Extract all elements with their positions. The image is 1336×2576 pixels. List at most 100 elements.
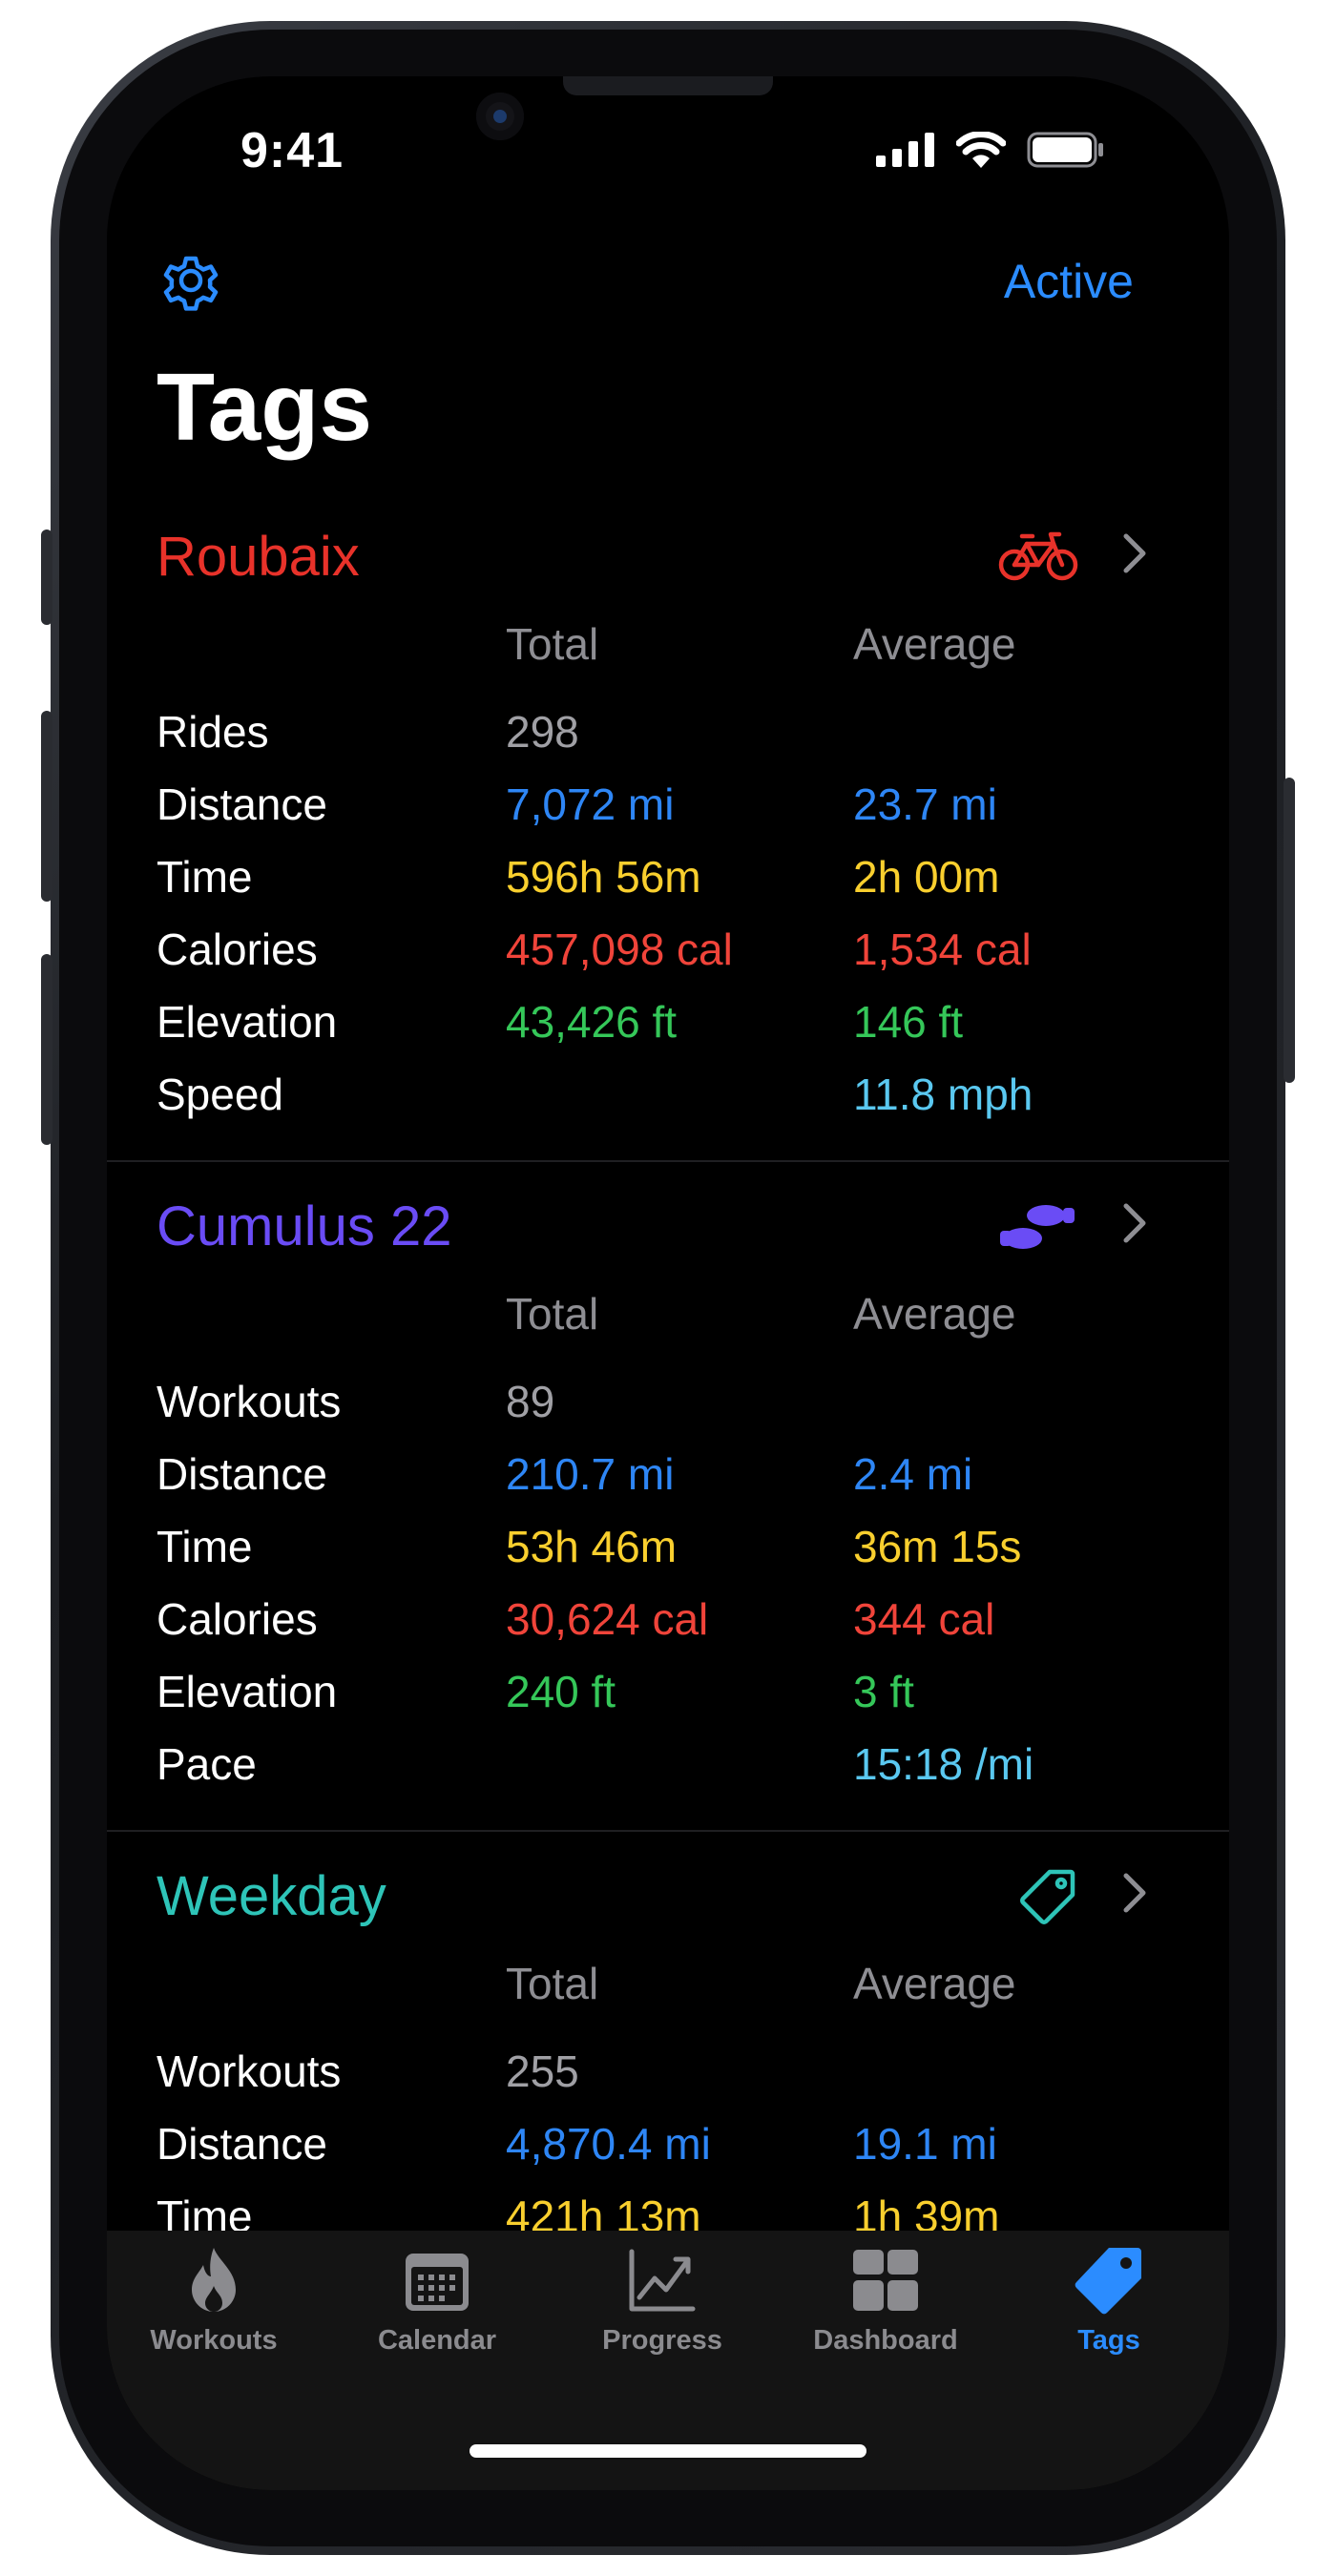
stat-total: 240 ft (506, 1667, 616, 1716)
tag-card-roubaix[interactable]: Roubaix Total Average Rides 298 Distance… (107, 525, 1229, 1175)
stat-label: Elevation (157, 1667, 338, 1716)
volume-down-button (41, 954, 52, 1145)
stat-row: Elevation 43,426 ft 146 ft (107, 996, 1229, 1065)
tab-calendar[interactable]: Calendar (342, 2244, 532, 2357)
stat-total: 43,426 ft (506, 997, 678, 1047)
stat-average: 15:18 /mi (853, 1739, 1034, 1789)
stat-row: Pace 15:18 /mi (107, 1738, 1229, 1807)
stat-label: Calories (157, 924, 318, 974)
shoe-prints-icon (998, 1198, 1078, 1260)
stat-average: 1h 39m (853, 2192, 1000, 2231)
average-header: Average (853, 619, 1016, 669)
battery-icon (1027, 132, 1103, 168)
stat-average: 1,534 cal (853, 924, 1032, 974)
stat-row: Speed 11.8 mph (107, 1069, 1229, 1137)
stat-total: 421h 13m (506, 2192, 701, 2231)
stat-total: 298 (506, 707, 579, 757)
stat-total: 255 (506, 2046, 579, 2096)
tag-name: Cumulus 22 (157, 1195, 452, 1257)
column-headers: Total Average (107, 618, 1229, 687)
speaker-grille (563, 76, 773, 95)
stat-row: Distance 210.7 mi 2.4 mi (107, 1448, 1229, 1517)
wifi-icon (956, 132, 1006, 168)
chart-line-icon (629, 2249, 696, 2312)
stat-row: Calories 457,098 cal 1,534 cal (107, 924, 1229, 992)
stat-average: 3 ft (853, 1667, 914, 1716)
stat-label: Distance (157, 1449, 327, 1499)
chevron-right-icon (1122, 1872, 1147, 1919)
stat-row: Workouts 255 (107, 2046, 1229, 2114)
front-camera (476, 93, 524, 140)
stat-row: Rides 298 (107, 706, 1229, 775)
average-header: Average (853, 1959, 1016, 2008)
stat-average: 146 ft (853, 997, 964, 1047)
cellular-signal-icon (876, 133, 934, 167)
stat-label: Time (157, 852, 253, 902)
settings-button[interactable] (157, 246, 225, 315)
stat-average: 36m 15s (853, 1522, 1022, 1571)
tag-card-weekday[interactable]: Weekday Total Average Workouts 255 Dista… (107, 1864, 1229, 2231)
stat-average: 2.4 mi (853, 1449, 973, 1499)
average-header: Average (853, 1289, 1016, 1339)
total-header: Total (506, 1289, 599, 1339)
tag-name: Weekday (157, 1865, 386, 1927)
tab-label: Tags (1077, 2325, 1140, 2356)
screen: 9:41 Active Tags Roubaix Total Average R… (107, 76, 1229, 2490)
total-header: Total (506, 619, 599, 669)
stat-row: Time 421h 13m 1h 39m (107, 2191, 1229, 2231)
active-button[interactable]: Active (1004, 254, 1134, 309)
stat-label: Workouts (157, 2046, 342, 2096)
stat-label: Distance (157, 779, 327, 829)
stat-total: 7,072 mi (506, 779, 675, 829)
tab-label: Progress (602, 2325, 722, 2356)
bicycle-icon (998, 530, 1078, 587)
tag-outline-icon (1017, 1866, 1078, 1932)
stat-label: Pace (157, 1739, 257, 1789)
tab-label: Workouts (150, 2325, 278, 2356)
stat-row: Elevation 240 ft 3 ft (107, 1666, 1229, 1735)
stat-total: 53h 46m (506, 1522, 678, 1571)
tag-icon (1075, 2248, 1141, 2315)
column-headers: Total Average (107, 1958, 1229, 2026)
stat-total: 596h 56m (506, 852, 701, 902)
stat-label: Calories (157, 1594, 318, 1644)
status-time: 9:41 (240, 123, 344, 178)
stat-total: 457,098 cal (506, 924, 733, 974)
tab-dashboard[interactable]: Dashboard (790, 2244, 981, 2357)
stat-label: Workouts (157, 1377, 342, 1426)
home-indicator[interactable] (470, 2444, 866, 2458)
page-title: Tags (157, 354, 372, 461)
gear-icon (163, 256, 219, 311)
chevron-right-icon (1122, 532, 1147, 579)
stat-row: Time 596h 56m 2h 00m (107, 851, 1229, 920)
tab-tags[interactable]: Tags (1013, 2244, 1204, 2357)
status-icons (876, 132, 1105, 168)
stat-label: Rides (157, 707, 269, 757)
tab-progress[interactable]: Progress (567, 2244, 758, 2357)
tab-label: Calendar (377, 2325, 497, 2356)
tag-name: Roubaix (157, 526, 360, 588)
stat-label: Speed (157, 1070, 284, 1119)
stat-average: 344 cal (853, 1594, 995, 1644)
divider (107, 1160, 1229, 1162)
calendar-icon (406, 2254, 469, 2311)
tag-card-cumulus-22[interactable]: Cumulus 22 Total Average Workouts 89 Dis… (107, 1195, 1229, 1845)
stat-label: Distance (157, 2119, 327, 2169)
stat-label: Time (157, 2192, 253, 2231)
divider (107, 1830, 1229, 1832)
stat-label: Time (157, 1522, 253, 1571)
grid-icon (853, 2250, 918, 2311)
stat-row: Calories 30,624 cal 344 cal (107, 1593, 1229, 1662)
stat-average: 23.7 mi (853, 779, 997, 829)
tab-workouts[interactable]: Workouts (118, 2244, 309, 2357)
stat-row: Distance 4,870.4 mi 19.1 mi (107, 2118, 1229, 2187)
chevron-right-icon (1122, 1202, 1147, 1249)
stat-row: Workouts 89 (107, 1376, 1229, 1444)
tab-label: Dashboard (813, 2325, 958, 2356)
stat-total: 210.7 mi (506, 1449, 675, 1499)
flame-icon (192, 2248, 236, 2312)
mute-switch (41, 530, 52, 625)
stat-total: 30,624 cal (506, 1594, 709, 1644)
stat-row: Time 53h 46m 36m 15s (107, 1521, 1229, 1589)
power-button (1284, 778, 1295, 1083)
